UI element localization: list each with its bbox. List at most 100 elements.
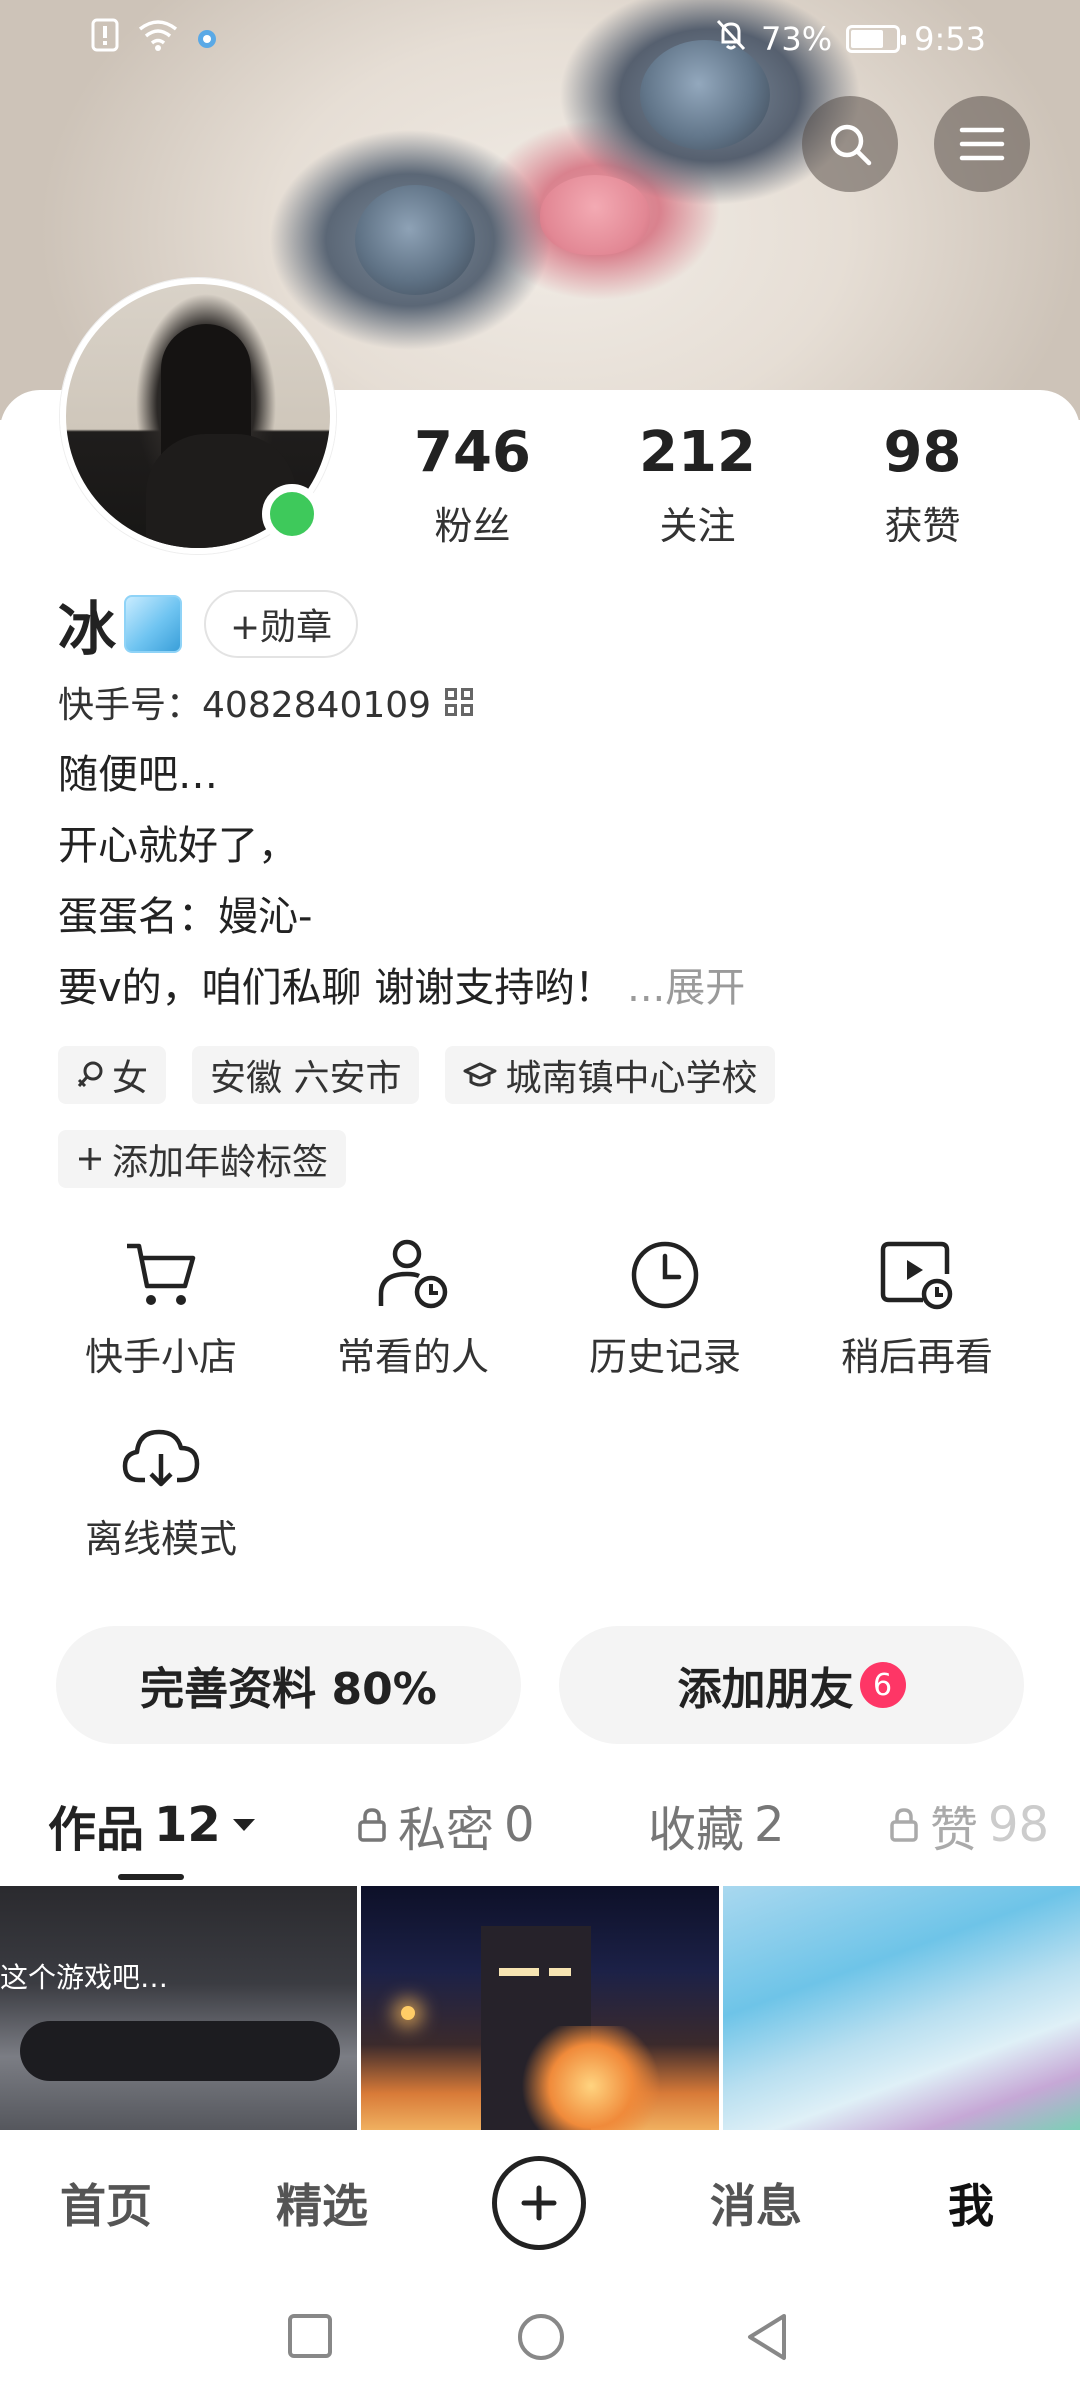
feature-label: 离线模式 <box>84 1517 237 1561</box>
add-friends-button[interactable]: 添加朋友 6 <box>559 1626 1024 1744</box>
graduation-cap-icon <box>463 1062 497 1087</box>
cover-cat-eye-left <box>355 185 475 295</box>
stat-followers[interactable]: 746 粉丝 <box>360 425 585 550</box>
nav-me[interactable]: 我 <box>948 2170 994 2236</box>
video-thumbnail[interactable]: 这个游戏吧… <box>0 1886 358 2130</box>
status-left <box>90 18 218 60</box>
tab-active-underline <box>118 1874 184 1880</box>
app-notification-icon <box>196 20 218 58</box>
battery-fill <box>851 30 884 48</box>
bio-line: 开心就好了， <box>58 823 298 869</box>
female-icon <box>77 1061 103 1088</box>
feature-kuaishou-shop[interactable]: 快手小店 <box>36 1238 286 1381</box>
profile-tags: 女 安徽 六安市 城南镇中心学校 <box>58 1046 776 1104</box>
nav-featured[interactable]: 精选 <box>276 2170 368 2236</box>
add-badge-button[interactable]: +勋章 <box>204 590 359 658</box>
expand-bio-link[interactable]: ...展开 <box>627 965 745 1011</box>
profile-stats: 746 粉丝 212 关注 98 获赞 <box>360 425 1060 550</box>
nav-home[interactable]: 首页 <box>60 2170 152 2236</box>
plus-icon <box>521 2185 557 2221</box>
stat-label: 关注 <box>659 504 736 548</box>
age-tag-row: 添加年龄标签 <box>58 1130 347 1188</box>
name-row: 冰 +勋章 <box>58 582 359 666</box>
bio-line: 随便吧… <box>58 752 218 798</box>
plus-icon <box>79 1148 101 1170</box>
friend-request-badge: 6 <box>859 1662 906 1708</box>
feature-frequent-people[interactable]: 常看的人 <box>288 1238 538 1381</box>
thumbnail-window <box>549 1968 572 1976</box>
recent-apps-button[interactable] <box>286 2312 334 2364</box>
stat-label: 粉丝 <box>434 504 511 548</box>
thumbnail-glow <box>521 2026 662 2130</box>
person-clock-icon <box>378 1239 448 1309</box>
feature-label: 快手小店 <box>84 1335 237 1379</box>
circle-icon <box>518 2314 564 2360</box>
display-name-text: 冰 <box>58 595 117 663</box>
kuaishou-id[interactable]: 快手号：4082840109 <box>58 676 474 728</box>
feature-offline-mode[interactable]: 离线模式 <box>36 1424 286 1563</box>
notification-alert-icon <box>90 18 120 60</box>
video-grid: 这个游戏吧… <box>0 1886 1080 2130</box>
feature-label: 历史记录 <box>588 1335 741 1379</box>
bio: 随便吧… 开心就好了， 蛋蛋名：嫚沁- 要v的，咱们私聊 谢谢支持哟！ ...展… <box>58 740 745 1024</box>
battery-icon <box>846 25 907 53</box>
tab-private[interactable]: 私密 0 <box>356 1790 535 1860</box>
home-button[interactable] <box>516 2312 566 2366</box>
lock-icon <box>358 1808 386 1842</box>
cloud-download-icon <box>122 1429 200 1487</box>
qr-code-icon[interactable] <box>445 688 474 716</box>
thumbnail-visor <box>20 2021 340 2081</box>
profile-action-buttons: 完善资料 80% 添加朋友 6 <box>56 1626 1024 1744</box>
clock-icon <box>631 1241 699 1309</box>
create-post-button[interactable] <box>492 2156 586 2250</box>
thumbnail-window <box>499 1968 540 1976</box>
square-icon <box>288 2314 332 2358</box>
status-bar: 73% 9:53 <box>0 0 1080 80</box>
feature-label: 稍后再看 <box>840 1335 993 1379</box>
feature-watch-later[interactable]: 稍后再看 <box>792 1238 1042 1381</box>
video-thumbnail[interactable] <box>361 1886 719 2130</box>
tab-favorites[interactable]: 收藏 2 <box>648 1790 785 1860</box>
status-right: 73% 9:53 <box>715 18 986 60</box>
mute-bell-icon <box>715 18 747 60</box>
bio-line-last: 要v的，咱们私聊 谢谢支持哟！ ...展开 <box>58 965 746 1011</box>
back-triangle-icon <box>748 2314 786 2360</box>
lock-icon <box>890 1808 918 1842</box>
tag-gender[interactable]: 女 <box>58 1046 167 1104</box>
add-age-tag-button[interactable]: 添加年龄标签 <box>58 1130 347 1188</box>
stat-number: 212 <box>639 420 756 485</box>
search-icon <box>830 124 872 166</box>
display-name: 冰 <box>58 582 183 666</box>
stat-label: 获赞 <box>884 504 961 548</box>
tab-likes[interactable]: 赞 98 <box>888 1790 1049 1860</box>
video-thumbnail[interactable] <box>722 1886 1080 2130</box>
feature-history[interactable]: 历史记录 <box>540 1238 790 1381</box>
menu-icon <box>959 127 1005 161</box>
nav-messages[interactable]: 消息 <box>710 2170 802 2236</box>
complete-profile-button[interactable]: 完善资料 80% <box>56 1626 521 1744</box>
system-navigation-bar <box>0 2278 1080 2400</box>
search-button[interactable] <box>802 96 898 192</box>
back-button[interactable] <box>744 2312 792 2366</box>
stat-number: 746 <box>414 420 531 485</box>
menu-button[interactable] <box>934 96 1030 192</box>
tag-location[interactable]: 安徽 六安市 <box>192 1046 420 1104</box>
thumbnail-lamp <box>401 2006 416 2020</box>
tab-works[interactable]: 作品 12 <box>48 1790 257 1860</box>
battery-percent: 73% <box>761 20 833 58</box>
stat-following[interactable]: 212 关注 <box>585 425 810 550</box>
stat-number: 98 <box>883 420 962 485</box>
id-label: 快手号：4082840109 <box>58 685 432 726</box>
caret-down-icon <box>232 1819 255 1831</box>
clock-time: 9:53 <box>914 20 986 58</box>
content-tabs: 作品 12 私密 0 收藏 2 赞 98 <box>0 1790 1080 1886</box>
online-status-dot <box>262 484 322 544</box>
thumbnail-caption: 这个游戏吧… <box>0 1961 169 1994</box>
tag-school[interactable]: 城南镇中心学校 <box>445 1046 776 1104</box>
feature-label: 常看的人 <box>336 1335 489 1379</box>
stat-likes[interactable]: 98 获赞 <box>810 425 1035 550</box>
bottom-navigation: 首页 精选 消息 我 <box>0 2130 1080 2278</box>
video-clock-icon <box>880 1241 953 1310</box>
cover-cat-nose <box>540 175 650 255</box>
bio-line: 蛋蛋名：嫚沁- <box>58 894 313 940</box>
